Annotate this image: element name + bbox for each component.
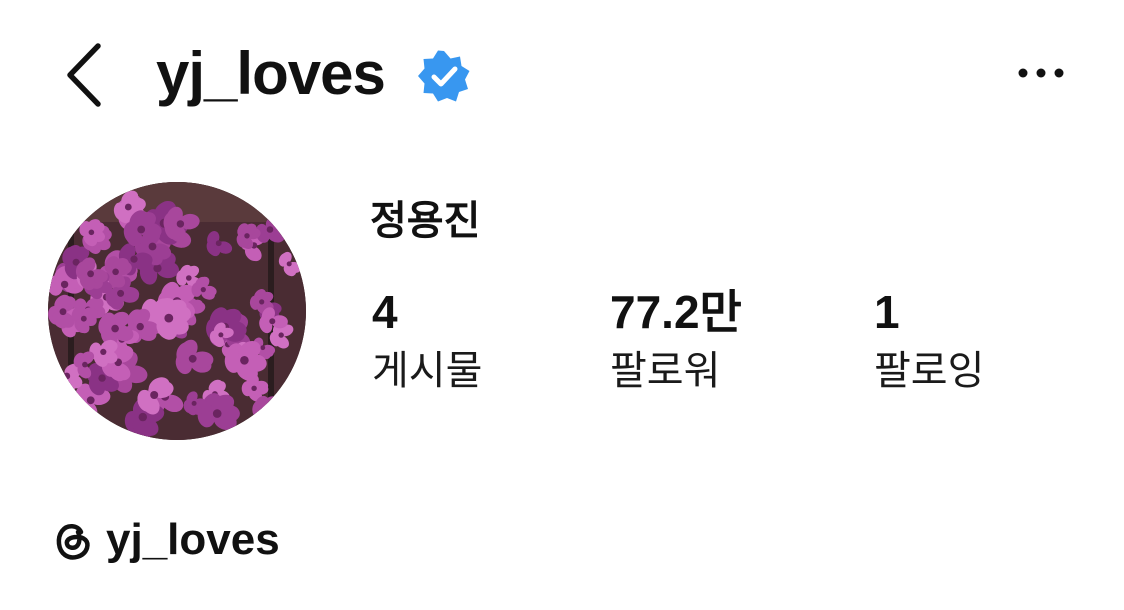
followers-count: 77.2만 (610, 286, 742, 338)
posts-count: 4 (372, 286, 398, 338)
followers-label: 팔로워 (610, 349, 721, 393)
threads-handle: yj_loves (106, 515, 280, 564)
profile-avatar[interactable] (48, 182, 306, 440)
back-button[interactable] (58, 40, 114, 110)
avatar-orchids-image (48, 182, 306, 440)
following-label: 팔로잉 (874, 349, 985, 393)
stat-following[interactable]: 1 팔로잉 (874, 284, 984, 396)
stat-posts[interactable]: 4 게시물 (372, 284, 482, 396)
more-options-button[interactable] (1010, 56, 1072, 90)
more-horizontal-icon (1018, 68, 1064, 78)
threads-icon (56, 524, 90, 560)
posts-label: 게시물 (372, 349, 483, 393)
verified-badge-icon (418, 50, 470, 102)
profile-display-name: 정용진 (370, 199, 481, 243)
profile-username: yj_loves (156, 40, 386, 107)
stat-followers[interactable]: 77.2만 팔로워 (610, 284, 742, 396)
chevron-left-icon (67, 43, 101, 107)
following-count: 1 (874, 286, 900, 338)
profile-header: yj_loves (0, 0, 1124, 150)
threads-profile-link[interactable]: yj_loves (50, 510, 280, 570)
